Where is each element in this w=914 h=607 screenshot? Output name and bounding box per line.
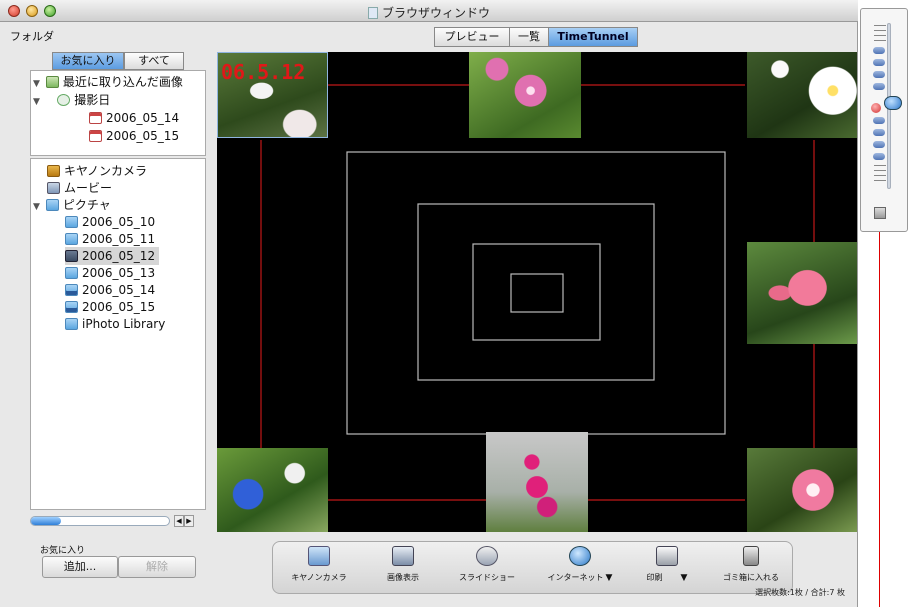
timetunnel-view[interactable]: 06.5.12 — [217, 52, 857, 532]
folder-new-icon — [65, 301, 78, 313]
zoom-step-dot[interactable] — [873, 117, 885, 124]
disclosure-triangle-icon[interactable]: ▼ — [33, 93, 42, 111]
disclosure-triangle-icon[interactable]: ▼ — [33, 198, 42, 216]
tunnel-frame-1 — [346, 151, 726, 435]
printer-icon — [656, 546, 678, 566]
browser-window: ブラウザウィンドウ フォルダ お気に入り すべて ▼ 最近に取り込んだ画像 ▼ … — [0, 0, 858, 607]
folder-icon — [65, 250, 78, 262]
slideshow-icon — [476, 546, 498, 566]
photo-thumbnail[interactable] — [486, 432, 588, 532]
segment-favorites[interactable]: お気に入り — [52, 52, 124, 70]
image-view-icon — [392, 546, 414, 566]
internet-globe-icon — [569, 546, 591, 566]
tree-row-recent[interactable]: ▼ 最近に取り込んだ画像 — [33, 73, 183, 91]
zoom-step-dot[interactable] — [873, 129, 885, 136]
photo-thumbnail-selected[interactable]: 06.5.12 — [217, 52, 328, 138]
add-favorite-button[interactable]: 追加... — [42, 556, 118, 578]
tree-row-pictures[interactable]: ▼ ピクチャ — [33, 196, 111, 214]
calendar-icon — [89, 112, 102, 124]
tree-row-folder[interactable]: 2006_05_11 — [65, 230, 155, 248]
zoom-step-dot[interactable] — [873, 83, 885, 90]
photo-thumbnail[interactable] — [747, 242, 857, 344]
title-bar: ブラウザウィンドウ — [0, 0, 858, 22]
photo-thumbnail[interactable] — [217, 448, 328, 532]
folder-icon — [65, 267, 78, 279]
scroll-right-arrow-icon[interactable]: ▶ — [184, 515, 194, 527]
horizontal-scrollbar[interactable]: ◀ ▶ — [30, 514, 196, 528]
zoom-step-dot[interactable] — [873, 47, 885, 54]
scroll-thumb[interactable] — [31, 517, 61, 525]
segment-all[interactable]: すべて — [124, 52, 184, 70]
canon-camera-tool-button[interactable]: キヤノンカメラ — [279, 546, 359, 592]
favorites-section-label: お気に入り — [40, 546, 86, 556]
photo-thumbnail[interactable] — [747, 52, 857, 138]
print-dropdown-icon[interactable]: ▼ — [681, 573, 688, 583]
shot-date-icon — [57, 94, 71, 106]
zoom-step-dot[interactable] — [873, 141, 885, 148]
tree-row-folder[interactable]: 2006_05_15 — [65, 298, 155, 316]
photo-thumbnail[interactable] — [747, 448, 857, 532]
status-bar-text: 選択枚数:1枚 / 合計:7 枚 — [755, 588, 845, 597]
recent-import-tree: ▼ 最近に取り込んだ画像 ▼ 撮影日 2006_05_14 2006_05_15 — [30, 70, 206, 156]
movie-folder-icon — [47, 182, 60, 194]
tunnel-frame-3 — [472, 243, 601, 341]
trash-button[interactable]: ゴミ箱に入れる — [709, 546, 793, 592]
tree-row-date-15[interactable]: 2006_05_15 — [89, 127, 179, 145]
tree-row-folder[interactable]: 2006_05_10 — [65, 213, 155, 231]
tree-row-folder[interactable]: 2006_05_13 — [65, 264, 155, 282]
red-indicator-line — [879, 232, 880, 607]
current-position-marker — [871, 103, 881, 113]
canon-camera-tool-icon — [308, 546, 330, 566]
zoom-slider-knob[interactable] — [884, 96, 902, 110]
trash-icon — [743, 546, 759, 566]
action-toolbar: キヤノンカメラ 画像表示 スライドショー インターネット ▼ 印刷 ▼ ゴミ箱に入れ… — [272, 541, 793, 594]
calendar-icon — [89, 130, 102, 142]
folder-tree: キヤノンカメラ ムービー ▼ ピクチャ 2006_05_10 2006_05_1… — [30, 158, 206, 510]
remove-favorite-button[interactable]: 解除 — [118, 556, 196, 578]
image-view-button[interactable]: 画像表示 — [363, 546, 443, 592]
tree-row-movies[interactable]: ムービー — [47, 179, 112, 197]
date-overlay: 06.5.12 — [221, 60, 306, 84]
folder-icon — [65, 216, 78, 228]
print-button[interactable]: 印刷 ▼ — [623, 546, 711, 592]
tab-preview[interactable]: プレビュー — [434, 27, 510, 47]
scroll-left-arrow-icon[interactable]: ◀ — [174, 515, 184, 527]
zoom-step-dot[interactable] — [873, 71, 885, 78]
canon-camera-icon — [47, 165, 60, 177]
save-disk-icon[interactable] — [874, 207, 886, 219]
folder-icon — [65, 233, 78, 245]
tab-timetunnel[interactable]: TimeTunnel — [548, 27, 638, 47]
scroll-track[interactable] — [30, 516, 170, 526]
tunnel-frame-4 — [510, 273, 564, 313]
recent-import-icon — [45, 76, 59, 88]
folder-new-icon — [65, 284, 78, 296]
document-icon — [367, 7, 378, 19]
internet-dropdown-icon[interactable]: ▼ — [606, 573, 613, 583]
folder-icon — [65, 318, 78, 330]
window-title: ブラウザウィンドウ — [0, 4, 858, 21]
tree-row-canon[interactable]: キヤノンカメラ — [47, 162, 147, 180]
tree-row-date-14[interactable]: 2006_05_14 — [89, 109, 179, 127]
tab-list[interactable]: 一覧 — [509, 27, 549, 47]
tunnel-frame-2 — [417, 203, 655, 381]
view-tabs: プレビュー 一覧 TimeTunnel — [434, 27, 638, 47]
folder-label: フォルダ — [10, 30, 54, 43]
photo-thumbnail[interactable] — [469, 52, 581, 138]
zoom-step-dot[interactable] — [873, 59, 885, 66]
tree-row-shot-date[interactable]: ▼ 撮影日 — [33, 91, 110, 109]
tree-row-iphoto[interactable]: iPhoto Library — [65, 315, 165, 333]
slideshow-button[interactable]: スライドショー — [447, 546, 527, 592]
pictures-folder-icon — [45, 199, 59, 211]
zoom-panel — [860, 8, 908, 232]
tree-row-folder-selected[interactable]: 2006_05_12 — [65, 247, 160, 265]
internet-button[interactable]: インターネット ▼ — [535, 546, 625, 592]
tree-row-folder[interactable]: 2006_05_14 — [65, 281, 155, 299]
zoom-step-dot[interactable] — [873, 153, 885, 160]
